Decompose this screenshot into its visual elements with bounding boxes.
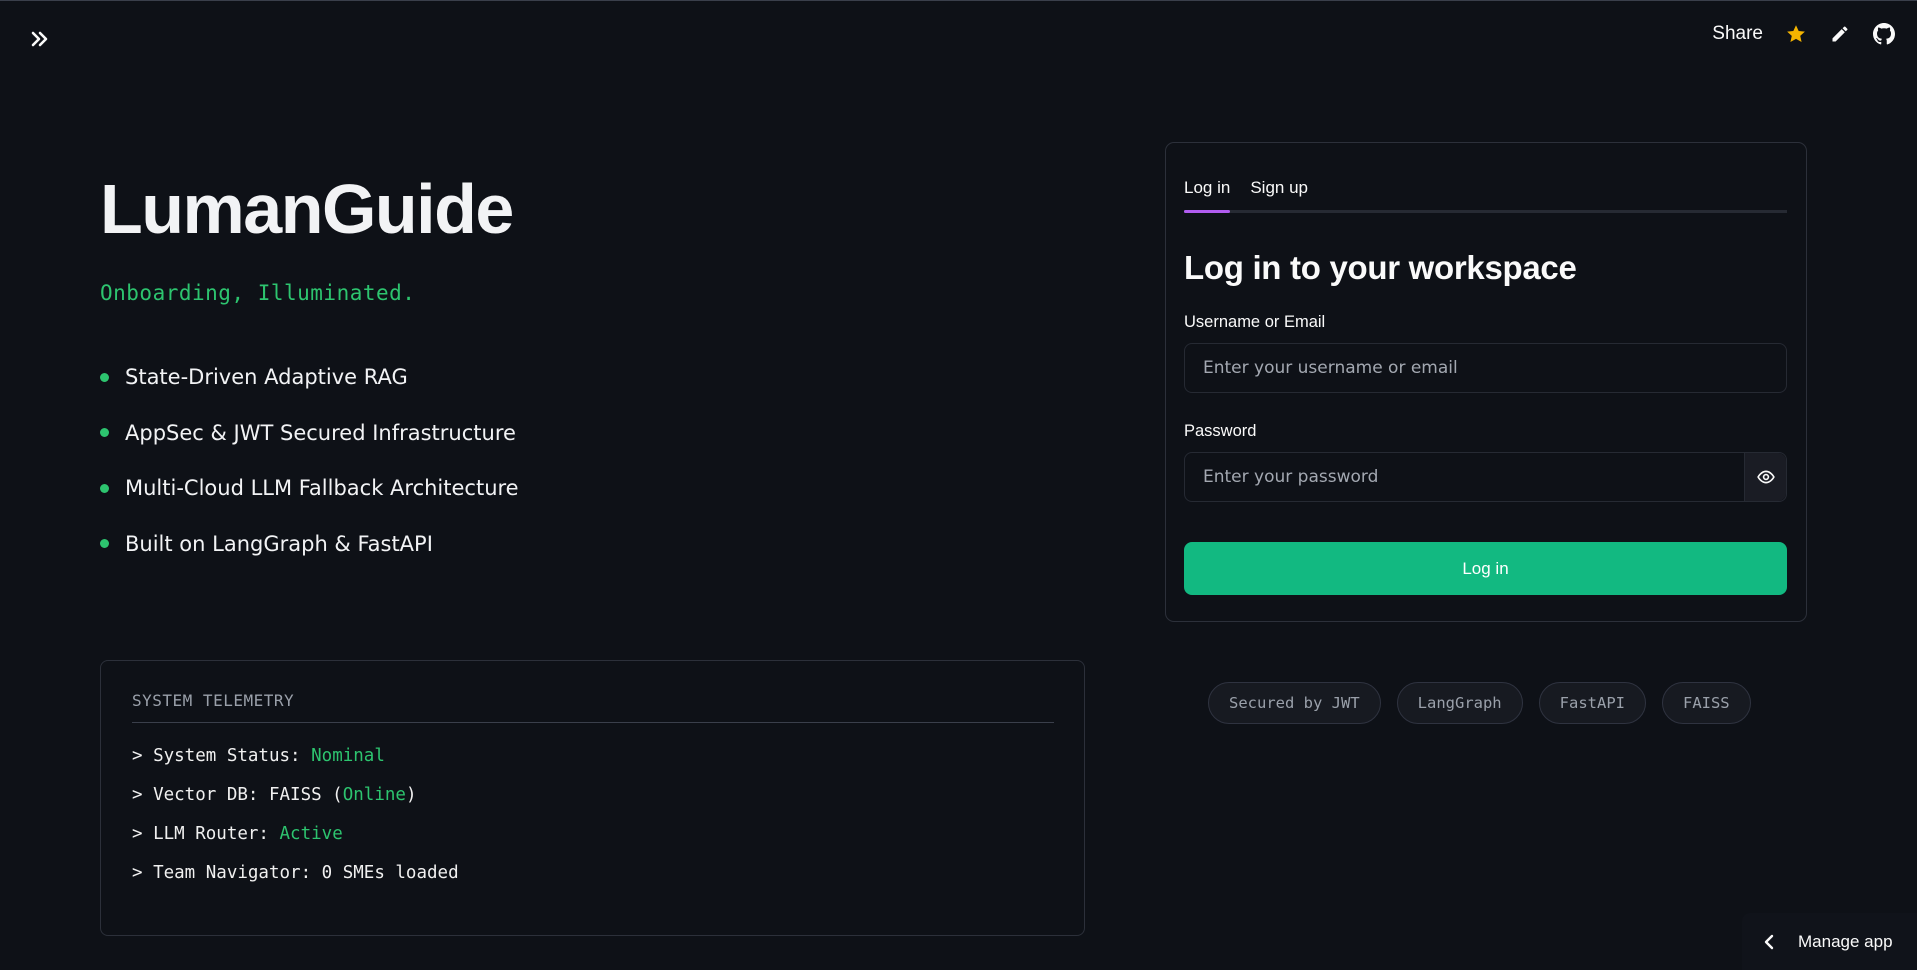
feature-text: Multi-Cloud LLM Fallback Architecture — [125, 476, 519, 500]
username-label: Username or Email — [1184, 313, 1326, 331]
double-chevron-right-icon[interactable] — [28, 27, 52, 51]
tab-log-in[interactable]: Log in — [1184, 178, 1231, 213]
telemetry-heading: SYSTEM TELEMETRY — [132, 691, 1054, 723]
badge-fastapi: FastAPI — [1538, 682, 1646, 724]
telemetry-line-llm-router: > LLM Router: Active — [132, 824, 343, 844]
username-input[interactable] — [1185, 344, 1786, 392]
list-item: Built on LangGraph & FastAPI — [100, 526, 1090, 562]
hero-section: LumanGuide Onboarding, Illuminated. Stat… — [100, 169, 1090, 581]
list-item: Multi-Cloud LLM Fallback Architecture — [100, 470, 1090, 506]
telemetry-line-system-status: > System Status: Nominal — [132, 746, 385, 766]
status-value: Nominal — [311, 746, 385, 766]
login-title: Log in to your workspace — [1184, 249, 1577, 286]
bullet-dot-icon — [100, 539, 109, 548]
github-icon[interactable] — [1873, 23, 1895, 45]
chevron-left-icon — [1764, 934, 1774, 949]
list-item: State-Driven Adaptive RAG — [100, 359, 1090, 395]
auth-tabs: Log in Sign up — [1184, 143, 1787, 213]
telemetry-lines: > System Status: Nominal > Vector DB: FA… — [132, 741, 1054, 897]
top-bar: Share — [0, 1, 1917, 79]
system-telemetry-panel: SYSTEM TELEMETRY > System Status: Nomina… — [100, 660, 1085, 936]
list-item: AppSec & JWT Secured Infrastructure — [100, 415, 1090, 451]
feature-text: State-Driven Adaptive RAG — [125, 365, 408, 389]
feature-list: State-Driven Adaptive RAG AppSec & JWT S… — [100, 359, 1090, 562]
status-value: Active — [279, 824, 343, 844]
badge-secured-by-jwt: Secured by JWT — [1208, 682, 1381, 724]
password-label: Password — [1184, 422, 1257, 440]
telemetry-line-vector-db: > Vector DB: FAISS (Online) — [132, 785, 417, 805]
bullet-dot-icon — [100, 483, 109, 493]
password-field-wrapper — [1184, 452, 1787, 502]
app-title: LumanGuide — [100, 170, 514, 248]
telemetry-line-team-navigator: > Team Navigator: 0 SMEs loaded — [132, 863, 459, 883]
badge-faiss: FAISS — [1661, 682, 1751, 724]
password-input[interactable] — [1185, 453, 1744, 501]
log-in-button[interactable]: Log in — [1184, 542, 1787, 595]
manage-app-label: Manage app — [1798, 931, 1893, 951]
login-card: Log in Sign up Log in to your workspace … — [1165, 142, 1807, 622]
top-bar-actions: Share — [1712, 23, 1895, 45]
tab-sign-up[interactable]: Sign up — [1250, 178, 1308, 210]
eye-icon[interactable] — [1744, 453, 1786, 501]
star-icon[interactable] — [1785, 23, 1807, 45]
manage-app-button[interactable]: Manage app — [1742, 913, 1917, 970]
tech-badges: Secured by JWT LangGraph FastAPI FAISS — [1208, 682, 1751, 724]
share-button[interactable]: Share — [1712, 23, 1763, 45]
tagline: Onboarding, Illuminated. — [100, 281, 416, 305]
pencil-icon[interactable] — [1829, 23, 1851, 45]
status-value: Online — [342, 785, 406, 805]
bullet-dot-icon — [100, 428, 109, 437]
feature-text: AppSec & JWT Secured Infrastructure — [125, 420, 516, 445]
bullet-dot-icon — [100, 372, 109, 382]
username-field-wrapper — [1184, 343, 1787, 393]
badge-langgraph: LangGraph — [1396, 682, 1523, 724]
feature-text: Built on LangGraph & FastAPI — [125, 531, 433, 556]
